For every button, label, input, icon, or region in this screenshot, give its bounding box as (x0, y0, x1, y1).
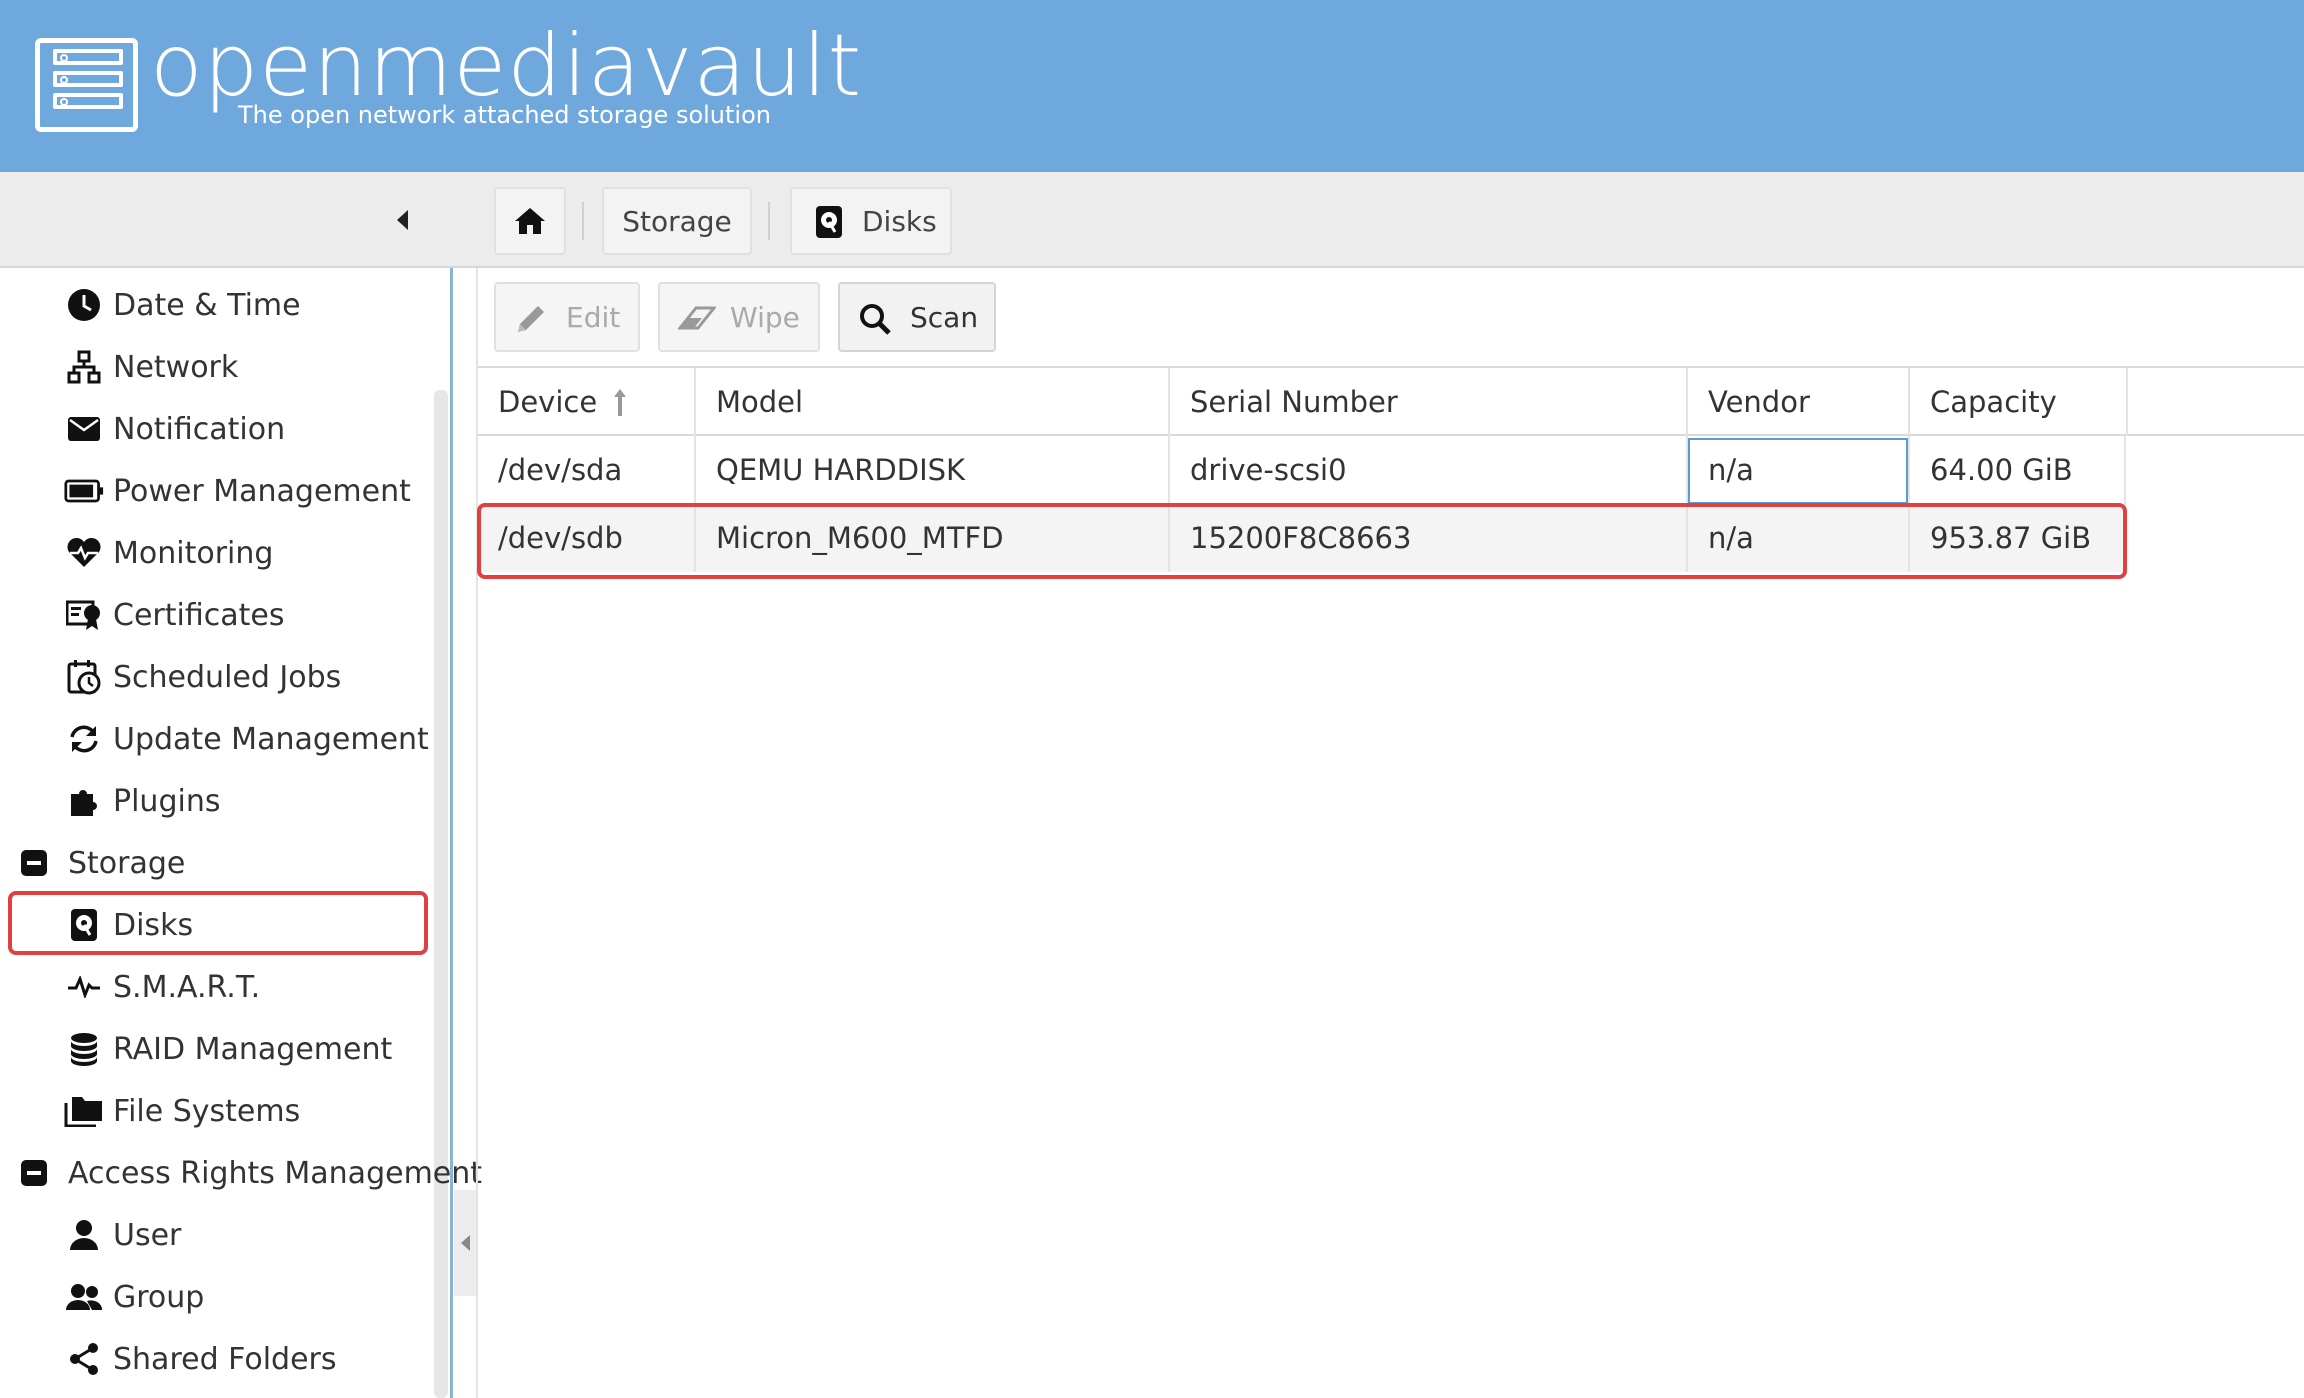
column-header-label: Device (498, 385, 598, 419)
sidebar-item-label: Scheduled Jobs (113, 659, 342, 695)
sidebar-group-storage[interactable]: Storage (0, 835, 430, 891)
cell-device: /dev/sda (478, 436, 696, 504)
scan-button[interactable]: Scan (838, 282, 996, 352)
selection-highlight (8, 891, 428, 955)
sidebar-item-label: S.M.A.R.T. (113, 969, 261, 1005)
envelope-icon (64, 409, 104, 449)
puzzle-icon (64, 781, 104, 821)
sidebar-item-plugins[interactable]: Plugins (0, 773, 430, 829)
breadcrumb-separator (582, 202, 584, 240)
column-header-label: Serial Number (1190, 385, 1398, 419)
sidebar-item-label: Date & Time (113, 287, 301, 323)
home-icon (515, 208, 545, 234)
refresh-icon (64, 719, 104, 759)
sidebar-item-label: Network (113, 349, 239, 385)
sidebar-item-label: Group (113, 1279, 205, 1315)
sidebar-item-network[interactable]: Network (0, 339, 430, 395)
column-header-label: Model (716, 385, 804, 419)
edit-button-label: Edit (566, 300, 621, 334)
sidebar-item-label: Notification (113, 411, 286, 447)
sidebar-group-access-rights[interactable]: Access Rights Management (0, 1145, 482, 1201)
pulse-icon (64, 967, 104, 1007)
breadcrumb-disks-label: Disks (862, 204, 937, 238)
column-header-serial-number[interactable]: Serial Number (1170, 368, 1688, 436)
user-icon (64, 1215, 104, 1255)
cell-capacity: 64.00 GiB (1910, 436, 2126, 504)
sidebar-item-certificates[interactable]: Certificates (0, 587, 430, 643)
sidebar-item-label: File Systems (113, 1093, 301, 1129)
scan-button-label: Scan (910, 300, 979, 334)
sidebar-item-label: Monitoring (113, 535, 274, 571)
sidebar-item-shared-folders[interactable]: Shared Folders (0, 1331, 430, 1387)
breadcrumb-bar: Storage Disks (0, 172, 2304, 268)
sidebar-item-label: Certificates (113, 597, 285, 633)
sidebar-item-update-management[interactable]: Update Management (0, 711, 430, 767)
breadcrumb-home[interactable] (494, 187, 566, 255)
column-header-model[interactable]: Model (696, 368, 1170, 436)
sidebar-item-date-time[interactable]: Date & Time (0, 277, 430, 333)
column-header-vendor[interactable]: Vendor (1688, 368, 1910, 436)
folders-icon (64, 1091, 104, 1131)
brand-tagline: The open network attached storage soluti… (238, 101, 771, 129)
sidebar-item-label: Power Management (113, 473, 411, 509)
sidebar-item-smart[interactable]: S.M.A.R.T. (0, 959, 430, 1015)
logo-icon (35, 38, 138, 132)
sidebar-item-label: User (113, 1217, 182, 1253)
caret-left-icon (460, 1235, 470, 1251)
sidebar-item-power-management[interactable]: Power Management (0, 463, 430, 519)
app-header: openmediavault The open network attached… (0, 0, 2304, 172)
cell-serial: drive-scsi0 (1170, 436, 1688, 504)
breadcrumb-storage[interactable]: Storage (602, 187, 752, 255)
table-header: Device Model Serial Number Vendor Capaci… (478, 366, 2304, 436)
column-header-label: Vendor (1708, 385, 1810, 419)
sort-ascending-icon (614, 389, 627, 416)
collapse-icon[interactable] (14, 1153, 54, 1193)
caret-left-icon (396, 210, 408, 230)
collapse-sidebar-button[interactable] (390, 202, 414, 238)
breadcrumb-separator (768, 202, 770, 240)
row-selection-highlight (477, 503, 2127, 579)
sidebar-item-user[interactable]: User (0, 1207, 430, 1263)
users-icon (64, 1277, 104, 1317)
battery-icon (64, 471, 104, 511)
eraser-icon (678, 306, 716, 330)
column-header-device[interactable]: Device (478, 368, 696, 436)
sidebar-item-label: Update Management (113, 721, 429, 757)
sidebar-item-group[interactable]: Group (0, 1269, 430, 1325)
heartbeat-icon (64, 533, 104, 573)
breadcrumb-storage-label: Storage (622, 204, 732, 238)
share-icon (64, 1339, 104, 1379)
network-icon (64, 347, 104, 387)
sidebar-item-label: RAID Management (113, 1031, 393, 1067)
disk-icon (816, 206, 842, 238)
wipe-button-label: Wipe (730, 300, 800, 334)
certificate-icon (64, 595, 104, 635)
sidebar-item-label: Plugins (113, 783, 221, 819)
database-icon (64, 1029, 104, 1069)
sidebar-item-raid-management[interactable]: RAID Management (0, 1021, 430, 1077)
edit-button[interactable]: Edit (494, 282, 640, 352)
focused-cell-outline (1688, 438, 1908, 504)
wipe-button[interactable]: Wipe (658, 282, 820, 352)
collapse-icon[interactable] (14, 843, 54, 883)
sidebar-item-label: Shared Folders (113, 1341, 337, 1377)
sidebar-scrollbar[interactable] (434, 390, 448, 1398)
calendar-clock-icon (64, 657, 104, 697)
sidebar-item-scheduled-jobs[interactable]: Scheduled Jobs (0, 649, 430, 705)
sidebar-item-monitoring[interactable]: Monitoring (0, 525, 430, 581)
sidebar-group-label: Access Rights Management (68, 1155, 483, 1191)
column-header-capacity[interactable]: Capacity (1910, 368, 2128, 436)
cell-model: QEMU HARDDISK (696, 436, 1170, 504)
pencil-icon (518, 306, 544, 332)
sidebar-item-file-systems[interactable]: File Systems (0, 1083, 430, 1139)
sidebar-group-label: Storage (68, 845, 186, 881)
clock-icon (64, 285, 104, 325)
sidebar-border (450, 268, 453, 1398)
breadcrumb-disks[interactable]: Disks (790, 187, 952, 255)
splitter-handle[interactable] (454, 1190, 476, 1296)
sidebar-item-notification[interactable]: Notification (0, 401, 430, 457)
column-header-label: Capacity (1930, 385, 2057, 419)
search-icon (860, 304, 891, 335)
